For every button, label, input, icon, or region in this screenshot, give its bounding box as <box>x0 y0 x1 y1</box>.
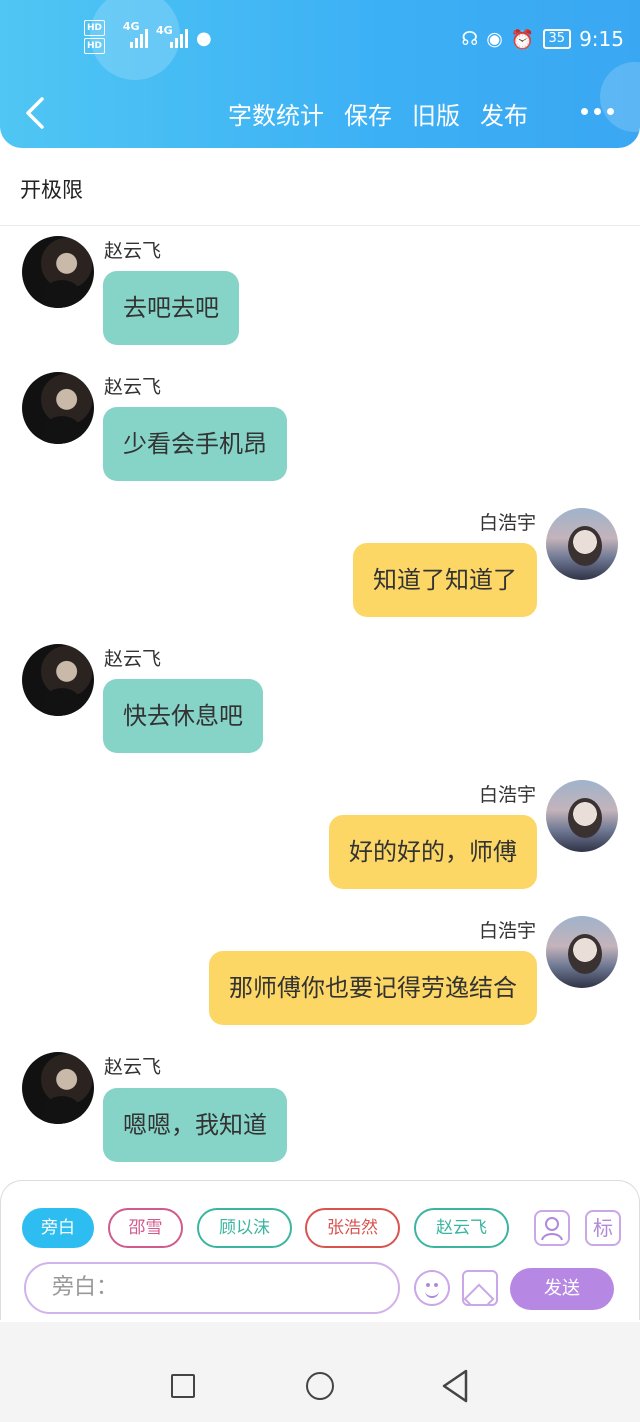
sender-name: 赵云飞 <box>104 376 162 398</box>
avatar[interactable] <box>546 508 618 580</box>
save-button[interactable]: 保存 <box>344 96 392 131</box>
message-bubble[interactable]: 知道了知道了 <box>353 543 537 617</box>
avatar[interactable] <box>22 236 94 308</box>
publish-button[interactable]: 发布 <box>480 96 528 131</box>
status-right: ☊ ◉ ⏰ 35 9:15 <box>461 26 624 52</box>
character-chip-zhanghaoran[interactable]: 张浩然 <box>305 1208 400 1248</box>
story-title[interactable]: 开极限 <box>20 174 83 204</box>
recent-apps-icon[interactable] <box>171 1374 195 1398</box>
avatar[interactable] <box>22 1052 94 1124</box>
person-icon <box>541 1217 563 1241</box>
mark-button[interactable]: 标 <box>585 1210 621 1246</box>
character-chip-narrator[interactable]: 旁白 <box>22 1208 94 1248</box>
message-bubble[interactable]: 去吧去吧 <box>103 271 239 345</box>
avatar[interactable] <box>546 916 618 988</box>
eye-icon: ◉ <box>486 28 503 50</box>
character-chip-shaoxue[interactable]: 邵雪 <box>108 1208 183 1248</box>
sender-name: 白浩宇 <box>478 512 536 534</box>
back-icon[interactable] <box>22 96 48 130</box>
avatar[interactable] <box>22 372 94 444</box>
app-header: HD 4G HD 4G ● ☊ ◉ ⏰ 35 9:15 字数统计 保存 旧版 发… <box>0 0 640 148</box>
home-icon[interactable] <box>306 1372 334 1400</box>
word-count-button[interactable]: 字数统计 <box>228 96 324 131</box>
battery-icon: 35 <box>542 29 572 49</box>
character-chip-guyimo[interactable]: 顾以沫 <box>197 1208 292 1248</box>
message-input[interactable]: 旁白： <box>24 1262 400 1314</box>
network-type: 4G <box>122 20 140 33</box>
header-actions: 字数统计 保存 旧版 发布 <box>228 96 528 131</box>
hd-badge: HD <box>84 38 106 54</box>
send-button[interactable]: 发送 <box>510 1268 614 1310</box>
message-bubble[interactable]: 好的好的，师傅 <box>329 815 537 889</box>
network-type: 4G <box>156 24 173 37</box>
sender-name: 白浩宇 <box>478 920 536 942</box>
sender-name: 白浩宇 <box>478 784 536 806</box>
story-title-row: 开极限 <box>0 148 640 226</box>
sender-name: 赵云飞 <box>104 240 162 262</box>
wechat-icon: ● <box>196 28 212 49</box>
old-version-button[interactable]: 旧版 <box>412 96 460 131</box>
message-bubble[interactable]: 少看会手机昂 <box>103 407 287 481</box>
image-icon[interactable] <box>462 1270 498 1306</box>
character-chip-zhaoyunfei[interactable]: 赵云飞 <box>414 1208 509 1248</box>
sender-name: 赵云飞 <box>104 1056 162 1078</box>
more-icon[interactable] <box>581 108 614 115</box>
emoji-icon[interactable] <box>414 1270 450 1306</box>
avatar[interactable] <box>546 780 618 852</box>
decor-circle <box>600 62 640 132</box>
clock: 9:15 <box>579 27 624 51</box>
alarm-icon: ⏰ <box>510 28 535 51</box>
message-bubble[interactable]: 快去休息吧 <box>103 679 263 753</box>
avatar[interactable] <box>22 644 94 716</box>
hd-badge: HD <box>84 20 106 36</box>
message-bubble[interactable]: 那师傅你也要记得劳逸结合 <box>209 951 537 1025</box>
status-bar: HD 4G HD 4G ● ☊ ◉ ⏰ 35 9:15 <box>0 0 640 70</box>
nav-back-icon[interactable] <box>440 1368 470 1404</box>
headphones-icon: ☊ <box>461 28 479 50</box>
sender-name: 赵云飞 <box>104 648 162 670</box>
character-manage-icon[interactable] <box>534 1210 570 1246</box>
network-indicators: HD 4G HD <box>84 20 140 54</box>
message-bubble[interactable]: 嗯嗯，我知道 <box>103 1088 287 1162</box>
